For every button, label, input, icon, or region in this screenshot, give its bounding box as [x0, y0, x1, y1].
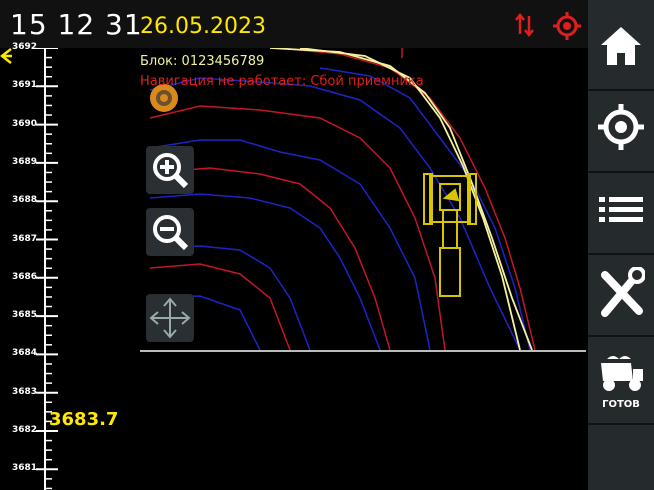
clock: 15 12 31: [10, 8, 143, 41]
home-icon: [601, 27, 641, 65]
ready-button[interactable]: ГОТОВ: [588, 337, 654, 425]
move-arrows-icon: [149, 297, 191, 339]
ruler-tick-label: 3692: [12, 42, 38, 52]
date: 26.05.2023: [140, 14, 266, 39]
excavator-icon: [423, 173, 477, 297]
status-bar: 15 12 31 26.05.2023: [0, 0, 590, 48]
ready-label: ГОТОВ: [602, 399, 640, 410]
depth-ruler: 3692 3691 3690 3689 3688 3687 3686 3685 3684 3683…: [0, 42, 140, 490]
pan-button[interactable]: [146, 294, 194, 342]
map-view[interactable]: [140, 48, 586, 350]
lower-panel: [140, 352, 586, 490]
target-icon: [598, 104, 644, 150]
ruler-tick-label: 3688: [12, 195, 38, 206]
navigation-error-message: Навигация не работает: Сбой приемника: [140, 74, 424, 89]
gps-target-icon[interactable]: [553, 12, 581, 40]
target-button[interactable]: [588, 91, 654, 173]
depth-pointer-icon: [0, 48, 12, 64]
signal-exchange-icon: [515, 12, 534, 38]
list-icon: [599, 197, 643, 222]
ruler-tick-label: 3686: [12, 271, 38, 282]
zoom-out-button[interactable]: [146, 208, 194, 256]
home-button[interactable]: [588, 9, 654, 91]
dump-truck-icon: [601, 356, 643, 391]
ruler-tick-label: 3689: [12, 156, 38, 167]
ruler-tick-label: 3683: [12, 386, 38, 397]
block-label: Блок: 0123456789: [140, 54, 265, 69]
contour-map[interactable]: [140, 48, 586, 350]
menu-list-button[interactable]: [588, 173, 654, 255]
tools-button[interactable]: [588, 255, 654, 337]
ruler-tick-label: 3685: [12, 310, 38, 321]
ruler-tick-label: 3687: [12, 233, 38, 244]
zoom-in-icon: [153, 153, 189, 189]
ruler-tick-label: 3690: [12, 118, 38, 129]
ruler-tick-label: 3684: [12, 348, 38, 359]
ruler-tick-label: 3691: [12, 80, 38, 91]
current-depth-value: 3683.7: [49, 409, 119, 430]
zoom-in-button[interactable]: [146, 146, 194, 194]
tools-icon: [601, 267, 645, 317]
sidebar: ГОТОВ: [588, 0, 654, 490]
zoom-out-icon: [153, 215, 189, 251]
ruler-tick-label: 3681: [12, 463, 38, 474]
ruler-tick-label: 3682: [12, 425, 38, 435]
